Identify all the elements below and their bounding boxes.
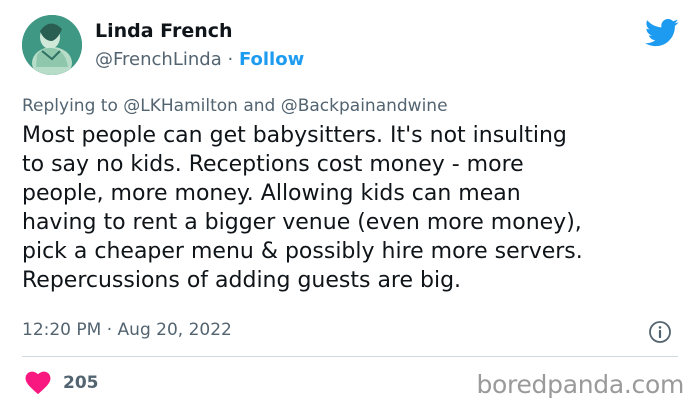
reply-context: Replying to @LKHamilton and @Backpainand… [22,96,448,116]
like-count: 205 [63,373,99,393]
timestamp-separator: · [106,320,113,340]
author-handle-row: @FrenchLinda · Follow [95,49,304,70]
watermark: boredpanda.com [476,370,684,399]
avatar[interactable] [22,15,82,75]
tweet-text: Most people can get babysitters. It's no… [22,123,583,293]
mention-backpainandwine[interactable]: @Backpainandwine [281,96,448,116]
handle-separator: · [227,49,234,70]
reply-connector: and [243,96,276,116]
tweet-time: 12:20 PM [22,320,102,340]
author-handle[interactable]: @FrenchLinda [95,49,222,70]
reply-prefix: Replying to [22,96,118,116]
twitter-bird-icon[interactable] [645,18,679,48]
mention-lkhamilton[interactable]: @LKHamilton [123,96,238,116]
info-icon[interactable] [648,320,672,344]
follow-button[interactable]: Follow [239,49,304,70]
heart-icon[interactable] [25,371,51,395]
author-name[interactable]: Linda French [95,20,233,42]
tweet-date: Aug 20, 2022 [117,320,232,340]
tweet-timestamp[interactable]: 12:20 PM · Aug 20, 2022 [22,320,232,340]
divider [22,356,678,357]
avatar-image [22,15,82,75]
